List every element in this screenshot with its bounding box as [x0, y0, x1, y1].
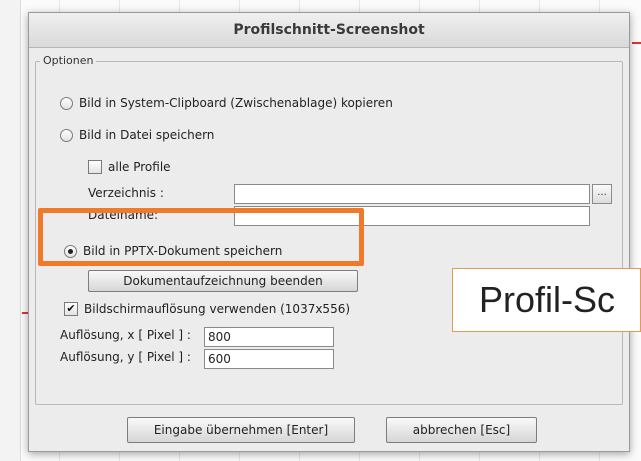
dialog-title-bar[interactable]: Profilschnitt-Screenshot	[29, 13, 629, 48]
options-group-label: Optionen	[40, 54, 97, 67]
res-x-label: Auflösung, x [ Pixel ] :	[60, 328, 191, 342]
callout-text: Profil-Sc	[479, 279, 616, 320]
ok-button[interactable]: Eingabe übernehmen [Enter]	[127, 417, 355, 443]
ok-button-label: Eingabe übernehmen [Enter]	[153, 423, 329, 437]
clipboard-radio[interactable]	[60, 96, 73, 110]
screen-res-checkbox[interactable]: ✔	[64, 302, 78, 316]
clipboard-option[interactable]: Bild in System-Clipboard (Zwischenablage…	[60, 96, 393, 110]
all-profiles-checkbox[interactable]	[88, 160, 102, 174]
highlight-annotation	[38, 208, 364, 266]
all-profiles-option[interactable]: alle Profile	[88, 160, 171, 174]
file-label: Bild in Datei speichern	[79, 128, 215, 142]
end-recording-button[interactable]: Dokumentaufzeichnung beenden	[88, 270, 358, 292]
cancel-button-label: abbrechen [Esc]	[412, 423, 511, 437]
dialog-title: Profilschnitt-Screenshot	[233, 22, 425, 38]
browse-button[interactable]: ...	[592, 184, 612, 204]
callout-box: Profil-Sc	[452, 268, 641, 332]
end-recording-label: Dokumentaufzeichnung beenden	[123, 274, 323, 288]
res-y-field[interactable]: 600	[204, 349, 334, 369]
all-profiles-label: alle Profile	[108, 160, 171, 174]
background-marker	[632, 42, 641, 44]
cancel-button[interactable]: abbrechen [Esc]	[386, 417, 537, 443]
screen-res-option[interactable]: ✔ Bildschirmauflösung verwenden (1037x55…	[64, 302, 350, 316]
file-option[interactable]: Bild in Datei speichern	[60, 128, 214, 142]
clipboard-label: Bild in System-Clipboard (Zwischenablage…	[79, 96, 393, 110]
screen-res-label: Bildschirmauflösung verwenden (1037x556)	[84, 302, 351, 316]
background-ruler	[0, 0, 21, 461]
file-radio[interactable]	[60, 128, 73, 142]
directory-field[interactable]	[234, 184, 590, 204]
res-x-field[interactable]: 800	[204, 327, 334, 347]
res-y-label: Auflösung, y [ Pixel ] :	[60, 350, 191, 364]
directory-label: Verzeichnis :	[88, 186, 164, 200]
